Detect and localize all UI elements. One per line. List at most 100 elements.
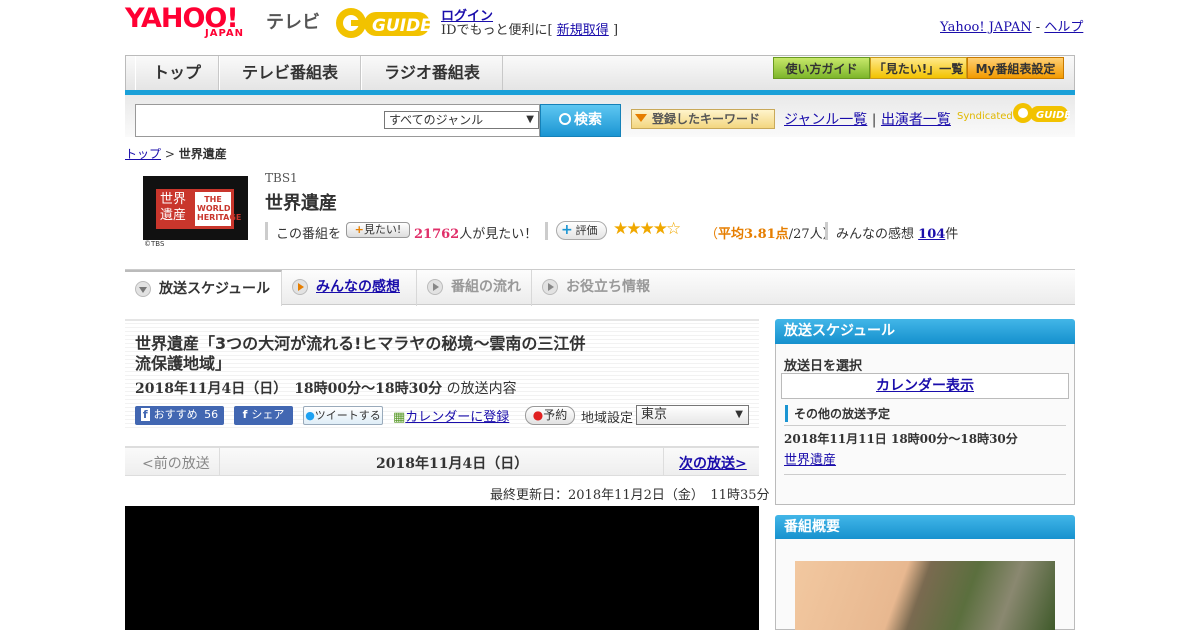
gguide-small-logo-text: GUIDE — [1036, 110, 1070, 121]
register-link[interactable]: 新規取得 — [557, 23, 609, 38]
divider — [545, 222, 548, 240]
registered-keyword-button[interactable]: 登録したキーワード — [631, 109, 775, 129]
want-count: 21762 — [414, 227, 460, 242]
calendar-display-link: カレンダー表示 — [876, 378, 974, 394]
breadcrumb-separator: > — [164, 147, 175, 161]
login-note: IDでもっと便利に[ 新規取得 ] — [441, 19, 618, 38]
tab-program-flow-label: 番組の流れ — [451, 279, 521, 295]
cast-list-link[interactable]: 出演者一覧 — [881, 112, 951, 128]
tv-logo-text[interactable]: テレビ — [266, 8, 320, 34]
tab-useful-info: お役立ち情報 — [532, 270, 667, 306]
yahoo-japan-link[interactable]: Yahoo! JAPAN — [940, 20, 1032, 35]
breadcrumb: トップ > 世界遺産 — [125, 145, 227, 162]
divider — [219, 448, 220, 476]
reviews-summary: みんなの感想 104件 — [836, 223, 958, 242]
calendar-icon: ▦ — [393, 410, 406, 425]
rating-count: /27人） — [788, 227, 836, 242]
reviews-count-link[interactable]: 104 — [918, 227, 945, 242]
area-select[interactable]: 東京 ▼ — [636, 405, 749, 425]
rate-button[interactable]: + 評価 — [556, 221, 607, 240]
facebook-recommend-count: 56 — [204, 408, 219, 421]
calendar-display-button[interactable]: カレンダー表示 — [781, 373, 1069, 399]
genre-links: ジャンル一覧 | 出演者一覧 — [784, 109, 951, 129]
other-broadcast-link[interactable]: 世界遺産 — [784, 449, 836, 468]
triangle-down-icon — [635, 114, 647, 122]
divider — [784, 425, 1066, 426]
tab-schedule[interactable]: 放送スケジュール — [125, 270, 282, 306]
channel-name: TBS1 — [265, 171, 298, 185]
reserve-button[interactable]: ●予約 — [525, 406, 575, 425]
link-divider: | — [871, 112, 877, 128]
facebook-icon: f — [242, 408, 248, 421]
login-note-prefix: IDでもっと便利に[ — [441, 23, 553, 38]
thumbnail-en-text: THE WORLD HERITAGE — [197, 195, 242, 222]
facebook-recommend-button[interactable]: f おすすめ 56 — [135, 406, 224, 425]
other-broadcast-date: 2018年11月11日 18時00分～18時30分 — [784, 432, 1018, 446]
sidebar-schedule-heading: 放送スケジュール — [775, 319, 1075, 344]
area-select-value: 東京 — [641, 407, 668, 422]
tab-program-flow: 番組の流れ — [417, 270, 532, 306]
other-broadcasts-label: その他の放送予定 — [785, 405, 890, 422]
nav-tab-tv-listings[interactable]: テレビ番組表 — [219, 56, 361, 90]
dropdown-arrow-icon: ▼ — [526, 114, 534, 125]
next-broadcast-link[interactable]: 次の放送> — [679, 453, 747, 473]
plus-icon: + — [354, 223, 364, 236]
pager-date: 2018年11月4日（日） — [376, 456, 529, 472]
top-right-links: Yahoo! JAPAN - ヘルプ — [940, 16, 1083, 35]
genre-select-value: すべてのジャンル — [389, 113, 484, 127]
chevron-down-icon — [135, 281, 151, 297]
facebook-icon: f — [140, 408, 150, 421]
add-to-calendar-link[interactable]: カレンダーに登録 — [405, 410, 509, 425]
select-date-label: 放送日を選択 — [784, 359, 863, 374]
rating-summary: （平均3.81点/27人） — [705, 223, 836, 242]
play-arrow-icon — [542, 279, 558, 295]
want-list-button[interactable]: 「見たい!」一覧 — [870, 57, 967, 79]
twitter-bird-icon: ● — [305, 409, 315, 422]
facebook-share-button[interactable]: f シェア — [234, 406, 293, 425]
nav-tab-top[interactable]: トップ — [135, 56, 219, 90]
nav-tab-radio-listings[interactable]: ラジオ番組表 — [361, 56, 503, 90]
rating-average: 平均3.81点 — [718, 227, 789, 242]
area-label: 地域設定 — [581, 411, 634, 426]
gguide-logo[interactable]: GUIDE — [334, 6, 432, 40]
link-separator: - — [1035, 20, 1041, 35]
breadcrumb-top-link[interactable]: トップ — [125, 147, 161, 161]
divider — [663, 448, 664, 476]
gguide-logo-text: GUIDE — [372, 16, 432, 36]
usage-guide-button[interactable]: 使い方ガイド — [773, 57, 870, 79]
prev-broadcast: <前の放送 — [142, 456, 210, 472]
tab-reviews-label: みんなの感想 — [316, 279, 400, 295]
yahoo-japan-logo-text: JAPAN — [205, 28, 244, 39]
page-title: 世界遺産 — [265, 193, 337, 214]
genre-select[interactable]: すべてのジャンル ▼ — [384, 111, 539, 129]
want-suffix: 人が見たい！ — [459, 227, 538, 242]
tab-reviews[interactable]: みんなの感想 — [282, 270, 417, 306]
rating-open: （ — [705, 227, 719, 242]
my-listings-settings-button[interactable]: My番組表設定 — [967, 57, 1064, 79]
episode-datetime-line: 2018年11月4日（日） 18時00分～18時30分 の放送内容 — [135, 378, 517, 398]
rate-button-label: 評価 — [575, 224, 598, 237]
want-prefix: この番組を — [276, 227, 342, 242]
tweet-label: ツイートする — [314, 409, 381, 422]
dropdown-arrow-icon: ▼ — [735, 409, 743, 420]
episode-datetime: 2018年11月4日（日） 18時00分～18時30分 — [135, 381, 443, 397]
want-to-watch-button[interactable]: +見たい! — [346, 222, 410, 238]
tab-schedule-label: 放送スケジュール — [159, 281, 271, 297]
divider — [265, 222, 268, 240]
help-link[interactable]: ヘルプ — [1044, 20, 1083, 35]
genre-list-link[interactable]: ジャンル一覧 — [784, 112, 867, 128]
video-player[interactable] — [125, 506, 759, 630]
rating-stars: ★★★★☆ — [613, 219, 681, 239]
tweet-button[interactable]: ●ツイートする — [303, 406, 383, 425]
episode-title: 世界遺産「3つの大河が流れる!ヒマラヤの秘境～雲南の三江併流保護地域」 — [135, 334, 586, 373]
want-to-watch-label: 見たい! — [363, 223, 402, 236]
add-to-calendar: ▦カレンダーに登録 — [393, 406, 509, 425]
reviews-label: みんなの感想 — [836, 227, 915, 242]
search-button[interactable]: 検索 — [540, 104, 621, 137]
facebook-share-label: シェア — [251, 408, 285, 421]
program-overview-image — [795, 561, 1055, 630]
record-dot-icon: ● — [532, 408, 544, 422]
sidebar-overview-heading: 番組概要 — [775, 515, 1075, 540]
syndicated-label: Syndicated — [957, 111, 1013, 122]
want-count-line: 21762人が見たい！ — [414, 223, 537, 242]
